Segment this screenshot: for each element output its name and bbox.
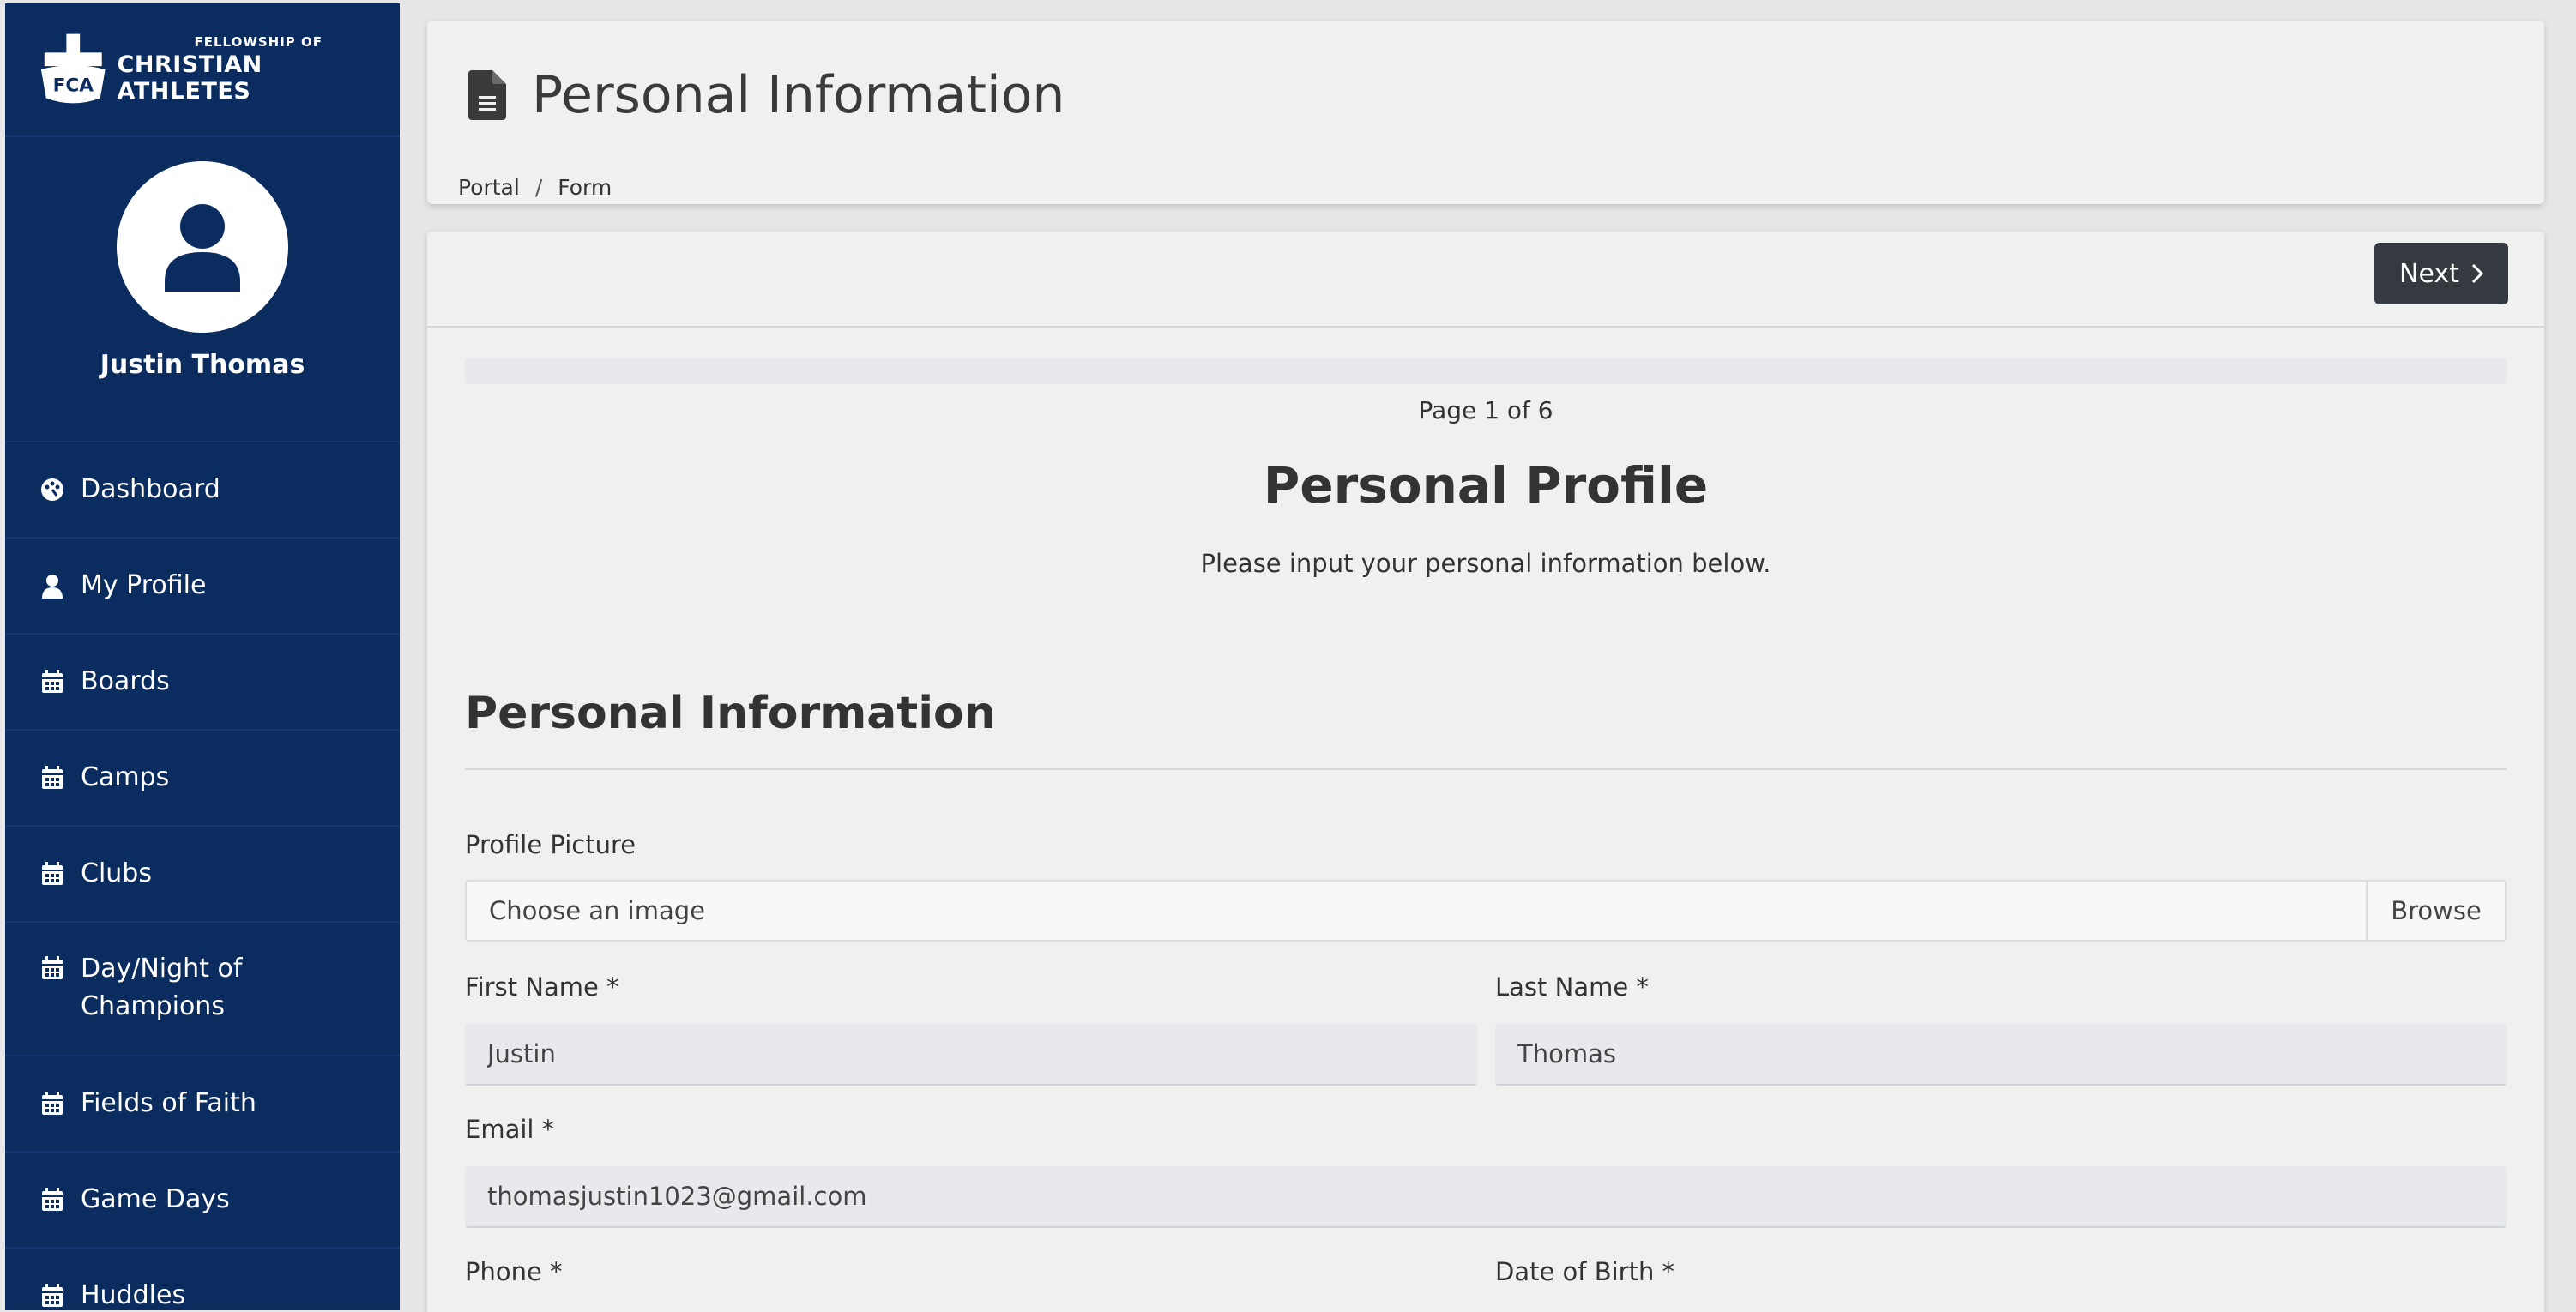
profile-picture-placeholder: Choose an image — [489, 896, 705, 925]
sidebar-item-day-night-of-champions[interactable]: Day/Night of Champions — [5, 923, 400, 1056]
chevron-right-icon — [2471, 263, 2483, 284]
calendar-icon — [42, 766, 63, 789]
sidebar-item-label: Dashboard — [81, 474, 220, 504]
user-block: Justin Thomas — [5, 137, 400, 442]
date-of-birth-label: Date of Birth * — [1495, 1257, 1675, 1286]
sidebar-item-label: Clubs — [81, 858, 152, 888]
avatar[interactable] — [117, 161, 288, 333]
first-name-label: First Name * — [465, 972, 619, 1002]
next-button[interactable]: Next — [2374, 243, 2508, 304]
sidebar: FCA FELLOWSHIP OF CHRISTIAN ATHLETES Jus… — [5, 3, 400, 1310]
user-name: Justin Thomas — [100, 350, 305, 380]
sidebar-item-game-days[interactable]: Game Days — [5, 1153, 400, 1249]
calendar-icon — [42, 956, 63, 979]
sidebar-item-label: Camps — [81, 762, 170, 792]
logo[interactable]: FCA FELLOWSHIP OF CHRISTIAN ATHLETES — [5, 3, 400, 137]
page-header: Personal Information Portal / Form — [427, 21, 2544, 204]
section-divider — [465, 768, 2507, 770]
app-window: FCA FELLOWSHIP OF CHRISTIAN ATHLETES Jus… — [0, 0, 2576, 1312]
last-name-field[interactable] — [1495, 1024, 2507, 1086]
form-toolbar: Next — [427, 232, 2544, 328]
calendar-icon — [42, 862, 63, 885]
next-button-label: Next — [2399, 258, 2459, 289]
palette-icon — [41, 478, 63, 501]
calendar-icon — [42, 670, 63, 693]
sidebar-item-camps[interactable]: Camps — [5, 731, 400, 827]
document-icon — [468, 70, 506, 120]
user-avatar-icon — [165, 204, 240, 292]
profile-picture-input[interactable]: Choose an image Browse — [465, 880, 2507, 942]
breadcrumb-separator: / — [534, 175, 543, 200]
sidebar-item-my-profile[interactable]: My Profile — [5, 539, 400, 635]
section-title: Personal Information — [465, 688, 996, 739]
last-name-label: Last Name * — [1495, 972, 1649, 1002]
browse-button[interactable]: Browse — [2366, 882, 2505, 940]
breadcrumb-item-portal[interactable]: Portal — [458, 175, 520, 200]
email-field[interactable] — [465, 1166, 2507, 1228]
calendar-icon — [42, 1284, 63, 1307]
sidebar-item-fields-of-faith[interactable]: Fields of Faith — [5, 1056, 400, 1153]
sidebar-item-label: My Profile — [81, 570, 207, 600]
profile-picture-label: Profile Picture — [465, 830, 636, 859]
form-progress-bar — [465, 358, 2507, 384]
sidebar-item-clubs[interactable]: Clubs — [5, 827, 400, 923]
sidebar-item-label: Game Days — [81, 1184, 230, 1214]
page-title: Personal Information — [532, 65, 1065, 125]
form-title: Personal Profile — [1263, 456, 1709, 515]
calendar-icon — [42, 1188, 63, 1211]
first-name-field[interactable] — [465, 1024, 1477, 1086]
logo-mark-text: FCA — [53, 75, 94, 97]
sidebar-item-boards[interactable]: Boards — [5, 635, 400, 731]
logo-top-text: FELLOWSHIP OF — [194, 34, 323, 50]
user-icon — [42, 575, 63, 599]
page-indicator: Page 1 of 6 — [1418, 396, 1553, 424]
phone-label: Phone * — [465, 1257, 563, 1286]
sidebar-item-label: Huddles — [81, 1280, 186, 1310]
fca-logo-icon: FCA — [40, 33, 106, 104]
sidebar-item-label: Day/Night of Champions — [81, 954, 243, 1021]
sidebar-item-label: Boards — [81, 666, 170, 696]
breadcrumb-item-form: Form — [558, 175, 612, 200]
calendar-icon — [42, 1092, 63, 1115]
breadcrumb: Portal / Form — [458, 175, 612, 200]
email-label: Email * — [465, 1115, 555, 1144]
sidebar-item-dashboard[interactable]: Dashboard — [5, 442, 400, 539]
logo-bottom-text: CHRISTIAN ATHLETES — [117, 51, 262, 105]
sidebar-item-huddles[interactable]: Huddles — [5, 1249, 400, 1310]
sidebar-nav: Dashboard My Profile Boards Camps Clubs … — [5, 442, 400, 1310]
form-subtitle: Please input your personal information b… — [1200, 549, 1771, 578]
form-card: Next Page 1 of 6 Personal Profile Please… — [427, 232, 2544, 1312]
sidebar-item-label: Fields of Faith — [81, 1088, 256, 1118]
